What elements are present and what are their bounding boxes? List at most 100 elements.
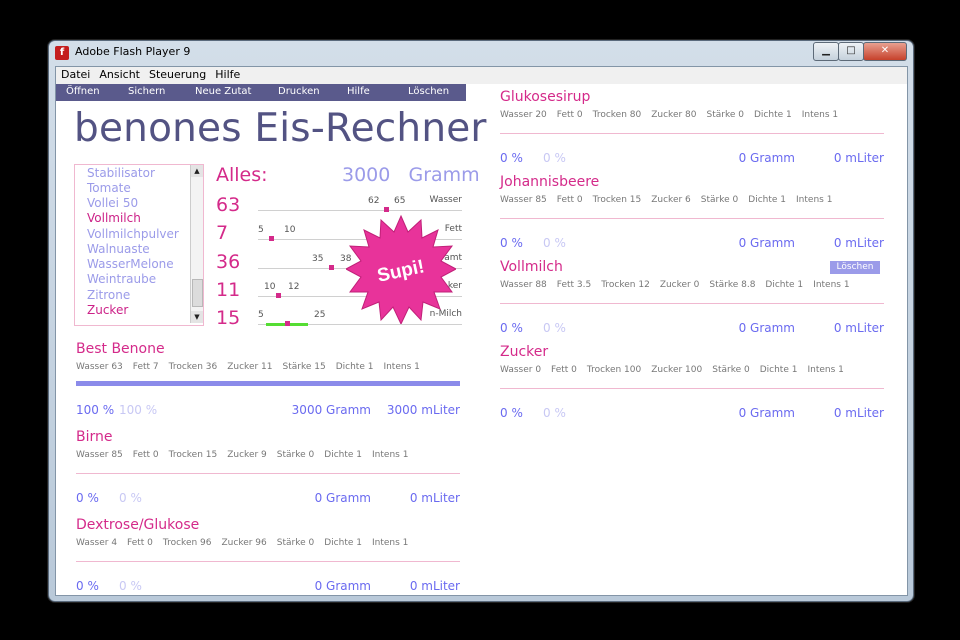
- list-item[interactable]: Stabilisator: [87, 166, 155, 180]
- divider-line: [76, 473, 460, 474]
- toolbar-delete-button[interactable]: Löschen: [408, 86, 449, 97]
- ingredient-properties: Wasser 20 Fett 0 Trocken 80 Zucker 80 Stärke…: [500, 110, 848, 120]
- list-item[interactable]: Vollmilch: [87, 211, 141, 225]
- toolbar-print-button[interactable]: Drucken: [278, 86, 320, 97]
- app-content: Öffnen Sichern Neue Zutat Drucken Hilfe …: [56, 84, 907, 595]
- percent-value-secondary: 100 %: [119, 403, 158, 417]
- toolbar-new-ingredient-button[interactable]: Neue Zutat: [195, 86, 251, 97]
- list-item[interactable]: Weintraube: [87, 272, 156, 286]
- scroll-up-arrow-icon[interactable]: ▲: [191, 165, 203, 177]
- prop-trocken: Trocken 96: [162, 538, 212, 548]
- delete-ingredient-button[interactable]: Löschen: [830, 261, 880, 274]
- list-item[interactable]: Tomate: [87, 181, 131, 195]
- toolbar: Öffnen Sichern Neue Zutat Drucken Hilfe …: [56, 84, 466, 101]
- menu-hilfe[interactable]: Hilfe: [210, 67, 244, 81]
- title-bar[interactable]: f Adobe Flash Player 9 ▁ □ ✕: [49, 41, 913, 63]
- menu-datei[interactable]: Datei: [56, 67, 94, 81]
- range-low: 62: [368, 196, 380, 206]
- ingredient-card: Birne Wasser 85 Fett 0 Trocken 15 Zucker 9 S…: [76, 429, 460, 509]
- toolbar-open-button[interactable]: Öffnen: [66, 86, 100, 97]
- ingredient-card: Dextrose/Glukose Wasser 4 Fett 0 Trocken 9…: [76, 517, 460, 597]
- divider-line: [500, 218, 884, 219]
- prop-zucker: Zucker 100: [651, 365, 703, 375]
- divider-line: [500, 303, 884, 304]
- prop-fett: Fett 0: [551, 365, 577, 375]
- toolbar-help-button[interactable]: Hilfe: [347, 86, 370, 97]
- range-high: 65: [394, 196, 406, 206]
- prop-dichte: Dichte 1: [324, 538, 362, 548]
- total-grams: 3000 Gramm: [342, 164, 480, 186]
- gram-value: 0 Gramm: [738, 406, 795, 420]
- prop-fett: Fett 0: [132, 450, 159, 460]
- ingredient-card: Zucker Wasser 0 Fett 0 Trocken 100 Zucker 1…: [500, 344, 884, 424]
- percent-value: 0 %: [500, 151, 523, 165]
- prop-dichte: Dichte 1: [324, 450, 363, 460]
- slider-knob[interactable]: [269, 236, 274, 241]
- list-item[interactable]: WasserMelone: [87, 257, 174, 271]
- total-unit: Gramm: [408, 164, 480, 186]
- ingredient-name: Johannisbeere: [500, 174, 600, 190]
- list-item[interactable]: Zucker: [87, 303, 128, 317]
- maximize-button[interactable]: □: [838, 42, 864, 61]
- slider-label: Wasser: [429, 195, 462, 205]
- prop-intens: Intens 1: [796, 195, 833, 205]
- scroll-down-arrow-icon[interactable]: ▼: [191, 311, 203, 323]
- minimize-button[interactable]: ▁: [813, 42, 839, 61]
- slider-knob[interactable]: [329, 265, 334, 270]
- percent-value-secondary: 0 %: [543, 151, 566, 165]
- range-low: 5: [258, 310, 264, 320]
- prop-dichte: Dichte 1: [335, 362, 374, 372]
- prop-wasser: Wasser 63: [76, 362, 123, 372]
- ingredient-card: Best Benone Wasser 63 Fett 7 Trocken 36 Zuc…: [76, 341, 460, 421]
- prop-wasser: Wasser 4: [76, 538, 118, 548]
- gram-value: 0 Gramm: [314, 579, 371, 593]
- prop-staerke: Stärke 0: [712, 365, 750, 375]
- app-title: benones Eis-Rechner: [74, 106, 487, 151]
- prop-zucker: Zucker 6: [651, 195, 691, 205]
- menu-ansicht[interactable]: Ansicht: [94, 67, 144, 81]
- prop-zucker: Zucker 80: [651, 110, 697, 120]
- gram-value: 0 Gramm: [314, 491, 371, 505]
- prop-fett: Fett 0: [127, 538, 153, 548]
- scrollbar-thumb[interactable]: [192, 279, 203, 307]
- flash-app-icon: f: [55, 46, 69, 60]
- ingredient-listbox[interactable]: Stabilisator Tomate Vollei 50 Vollmilch …: [74, 164, 204, 326]
- prop-wasser: Wasser 0: [500, 365, 542, 375]
- prop-trocken: Trocken 15: [168, 450, 218, 460]
- prop-intens: Intens 1: [383, 362, 420, 372]
- prop-fett: Fett 0: [556, 110, 583, 120]
- percent-value: 0 %: [76, 491, 99, 505]
- prop-staerke: Stärke 15: [282, 362, 326, 372]
- prop-trocken: Trocken 100: [586, 365, 642, 375]
- list-item[interactable]: Zitrone: [87, 288, 130, 302]
- summary-value: 7: [216, 222, 229, 244]
- milliliter-value: 0 mLiter: [833, 406, 884, 420]
- milliliter-value: 0 mLiter: [409, 579, 460, 593]
- supi-starburst-badge: Supi!: [346, 214, 456, 324]
- slider-knob[interactable]: [276, 293, 281, 298]
- list-item[interactable]: Walnuaste: [87, 242, 150, 256]
- gram-value: 3000 Gramm: [291, 403, 371, 417]
- prop-fett: Fett 3.5: [556, 280, 592, 290]
- prop-wasser: Wasser 88: [500, 280, 547, 290]
- summary-value: 11: [216, 279, 241, 301]
- listbox-scrollbar[interactable]: ▲ ▼: [190, 165, 203, 323]
- menu-steuerung[interactable]: Steuerung: [144, 67, 210, 81]
- summary-value: 15: [216, 307, 241, 329]
- close-button[interactable]: ✕: [863, 42, 907, 61]
- slider-knob[interactable]: [384, 207, 389, 212]
- divider-line: [500, 388, 884, 389]
- ingredient-properties: Wasser 63 Fett 7 Trocken 36 Zucker 11 Stärke…: [76, 362, 430, 372]
- prop-intens: Intens 1: [801, 110, 839, 120]
- toolbar-save-button[interactable]: Sichern: [128, 86, 165, 97]
- list-item[interactable]: Vollei 50: [87, 196, 138, 210]
- percent-value: 0 %: [76, 579, 99, 593]
- prop-staerke: Stärke 8.8: [709, 280, 756, 290]
- window-title: Adobe Flash Player 9: [75, 45, 191, 58]
- slider-knob[interactable]: [285, 321, 290, 326]
- prop-staerke: Stärke 0: [700, 195, 739, 205]
- percentage-bar: [76, 381, 460, 386]
- list-item[interactable]: Vollmilchpulver: [87, 227, 179, 241]
- prop-trocken: Trocken 80: [592, 110, 642, 120]
- milliliter-value: 0 mLiter: [409, 491, 460, 505]
